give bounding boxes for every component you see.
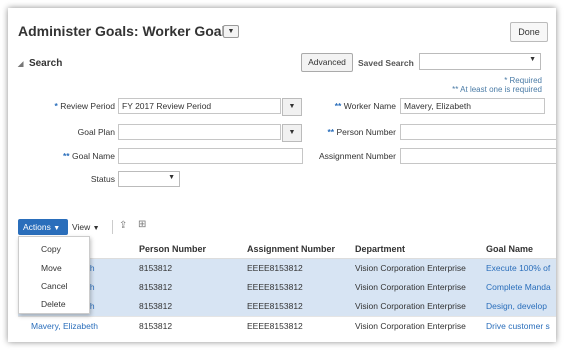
person-number-label: ** Person Number [327,127,396,137]
status-label: Status [90,174,115,184]
collapse-triangle-icon: ◢ [18,61,24,68]
chevron-down-icon: ▼ [92,225,100,232]
goal-name-link[interactable]: Drive customer s [486,321,556,331]
person-number-cell: 8153812 [139,301,173,311]
app-window: Administer Goals: Worker Goals ▼ Done ◢ … [8,8,556,342]
assignment-number-cell: EEEE8153812 [247,301,303,311]
column-header-person-number[interactable]: Person Number [139,244,206,254]
worker-name-label: ** Worker Name [334,101,396,111]
chevron-down-icon: ▼ [288,103,296,110]
department-cell: Vision Corporation Enterprise [355,301,466,311]
worker-link[interactable]: Mavery, Elizabeth [31,321,98,331]
chevron-down-icon: ▼ [168,174,175,181]
required-notes: * Required ** At least one is required [452,76,542,94]
goal-name-label: ** Goal Name [63,151,115,161]
column-header-goal-name[interactable]: Goal Name [486,244,533,254]
export-icon[interactable]: ⇪ [119,220,127,231]
advanced-button[interactable]: Advanced [301,53,353,72]
table-row[interactable]: beth 8153812 EEEE8153812 Vision Corporat… [18,297,556,316]
department-cell: Vision Corporation Enterprise [355,263,466,273]
assignment-number-input[interactable] [400,148,556,164]
review-period-dropdown-button[interactable]: ▼ [282,98,302,116]
chevron-down-icon: ▼ [288,129,296,136]
at-least-one-note: ** At least one is required [452,85,542,94]
search-section-header[interactable]: ◢ Search [18,58,62,69]
assignment-number-label: Assignment Number [318,151,396,161]
department-cell: Vision Corporation Enterprise [355,321,466,331]
goal-plan-dropdown-button[interactable]: ▼ [282,124,302,142]
view-menu-button[interactable]: View ▼ [72,222,100,232]
done-button[interactable]: Done [510,22,548,42]
status-select[interactable]: ▼ [118,171,180,187]
chevron-down-icon: ▼ [53,225,61,232]
person-number-cell: 8153812 [139,263,173,273]
search-heading: Search [28,58,63,69]
table-row[interactable]: Mavery, Elizabeth 8153812 EEEE8153812 Vi… [18,316,556,336]
goal-plan-select[interactable] [118,124,281,140]
menu-item-delete[interactable]: Delete [41,299,66,309]
page-title: Administer Goals: Worker Goals [18,23,234,39]
table-row[interactable]: beth 8153812 EEEE8153812 Vision Corporat… [18,278,556,297]
actions-menu: Copy Move Cancel Delete [18,236,90,314]
review-period-select[interactable]: FY 2017 Review Period [118,98,281,114]
department-cell: Vision Corporation Enterprise [355,282,466,292]
menu-item-cancel[interactable]: Cancel [41,281,67,291]
goal-name-link[interactable]: Execute 100% of [486,263,556,273]
column-header-assignment-number[interactable]: Assignment Number [247,244,335,254]
menu-item-copy[interactable]: Copy [41,244,61,254]
saved-search-label: Saved Search [358,58,414,68]
toolbar-divider [112,220,113,234]
column-header-department[interactable]: Department [355,244,405,254]
goal-name-link[interactable]: Design, develop [486,301,556,311]
assignment-number-cell: EEEE8153812 [247,263,303,273]
chevron-down-icon: ▼ [227,28,235,35]
goal-plan-label: Goal Plan [77,127,115,137]
assignment-number-cell: EEEE8153812 [247,321,303,331]
required-note: * Required [504,76,542,85]
saved-search-select[interactable]: ▼ [419,53,541,70]
table-row[interactable]: beth 8153812 EEEE8153812 Vision Corporat… [18,259,556,278]
worker-name-input[interactable]: Mavery, Elizabeth [400,98,545,114]
goal-name-input[interactable] [118,148,303,164]
person-number-cell: 8153812 [139,321,173,331]
review-period-label: * Review Period [54,101,116,111]
assignment-number-cell: EEEE8153812 [247,282,303,292]
chevron-down-icon: ▼ [529,56,536,63]
freeze-icon[interactable]: ⊞ [138,219,146,230]
title-menu-button[interactable]: ▼ [223,25,239,38]
actions-menu-button[interactable]: Actions ▼ [18,219,68,235]
person-number-input[interactable] [400,124,556,140]
person-number-cell: 8153812 [139,282,173,292]
goal-name-link[interactable]: Complete Manda [486,282,556,292]
menu-item-move[interactable]: Move [41,263,62,273]
